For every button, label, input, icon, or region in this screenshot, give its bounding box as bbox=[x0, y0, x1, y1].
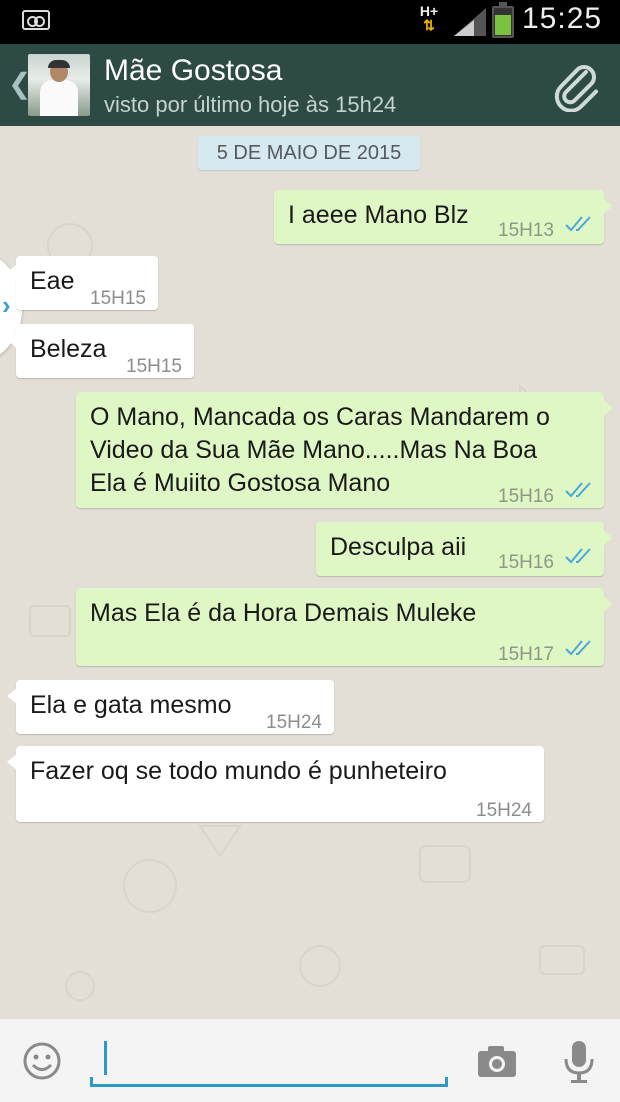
voicemail-icon bbox=[22, 10, 50, 30]
message-incoming[interactable]: Beleza 15H15 bbox=[7, 324, 194, 378]
message-text: Desculpa aii bbox=[330, 533, 467, 561]
contact-name[interactable]: Mãe Gostosa bbox=[104, 54, 282, 88]
emoji-icon[interactable] bbox=[22, 1041, 62, 1081]
message-time: 15H16 bbox=[498, 486, 554, 507]
message-text: I aeee Mano Blz bbox=[288, 201, 469, 229]
date-divider: 5 DE MAIO DE 2015 bbox=[198, 136, 420, 170]
message-list[interactable]: 5 DE MAIO DE 2015 › I aeee Mano Blz 15H1… bbox=[0, 126, 620, 1018]
message-time: 15H13 bbox=[498, 220, 554, 241]
message-time: 15H17 bbox=[498, 644, 554, 665]
status-time: 15:25 bbox=[522, 2, 603, 35]
avatar[interactable] bbox=[28, 54, 90, 116]
status-bar: H+ ⇅ 15:25 bbox=[0, 0, 620, 44]
message-outgoing[interactable]: O Mano, Mancada os Caras Mandarem o Vide… bbox=[76, 392, 613, 508]
network-indicator: H+ ⇅ bbox=[416, 4, 442, 40]
message-time: 15H15 bbox=[90, 288, 146, 309]
message-line: O Mano, Mancada os Caras Mandarem o bbox=[90, 403, 550, 431]
paperclip-icon[interactable] bbox=[552, 62, 602, 112]
message-line: Video da Sua Mãe Mano.....Mas Na Boa bbox=[90, 436, 538, 464]
message-input[interactable] bbox=[90, 1037, 448, 1087]
message-outgoing[interactable]: Mas Ela é da Hora Demais Muleke 15H17 bbox=[76, 588, 613, 666]
message-incoming[interactable]: Ela e gata mesmo 15H24 bbox=[7, 680, 334, 734]
message-outgoing[interactable]: Desculpa aii 15H16 bbox=[316, 522, 613, 576]
message-text: O Mano, Mancada os Caras Mandarem o Vide… bbox=[90, 401, 550, 500]
camera-icon[interactable] bbox=[476, 1043, 518, 1079]
message-outgoing[interactable]: I aeee Mano Blz 15H13 bbox=[274, 190, 613, 244]
message-text: Eae bbox=[30, 267, 75, 295]
chevron-right-icon: › bbox=[2, 290, 11, 320]
double-check-icon bbox=[565, 482, 591, 498]
battery-icon bbox=[492, 2, 514, 38]
double-check-icon bbox=[565, 216, 591, 232]
message-incoming[interactable]: Eae 15H15 bbox=[7, 256, 158, 310]
text-cursor bbox=[104, 1041, 107, 1075]
message-text: Mas Ela é da Hora Demais Muleke bbox=[90, 599, 477, 627]
data-arrows-icon: ⇅ bbox=[423, 17, 435, 33]
message-line: Ela é Muiito Gostosa Mano bbox=[90, 469, 391, 497]
message-text: Beleza bbox=[30, 335, 107, 363]
chat-header: ❮ Mãe Gostosa visto por último hoje às 1… bbox=[0, 44, 620, 126]
message-time: 15H24 bbox=[476, 800, 532, 821]
compose-bar bbox=[0, 1018, 620, 1102]
message-text: Fazer oq se todo mundo é punheteiro bbox=[30, 757, 447, 785]
message-text: Ela e gata mesmo bbox=[30, 691, 232, 719]
double-check-icon bbox=[565, 548, 591, 564]
message-time: 15H24 bbox=[266, 712, 322, 733]
message-time: 15H16 bbox=[498, 552, 554, 573]
double-check-icon bbox=[565, 640, 591, 656]
microphone-icon[interactable] bbox=[562, 1039, 596, 1085]
message-time: 15H15 bbox=[126, 356, 182, 377]
last-seen-status: visto por último hoje às 15h24 bbox=[104, 92, 397, 117]
signal-icon bbox=[454, 8, 486, 36]
message-incoming[interactable]: Fazer oq se todo mundo é punheteiro 15H2… bbox=[7, 746, 544, 822]
